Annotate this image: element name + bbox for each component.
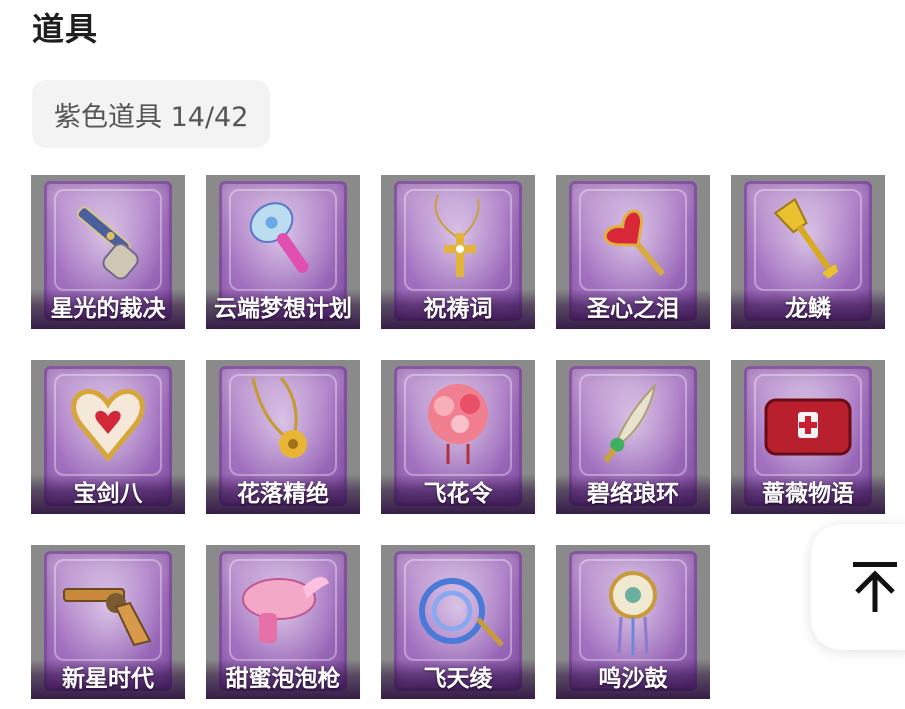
item-name: 星光的裁决 (50, 296, 166, 322)
item-name: 飞天绫 (423, 666, 493, 692)
item-card[interactable]: 蔷薇物语 (731, 360, 885, 514)
flower-pendant-icon (251, 377, 307, 458)
bubble-gun-icon (242, 576, 329, 643)
item-grid: 星光的裁决 云端梦想计划 祝祷词 圣心之泪 龙鳞 宝剑八 花落精绝 飞花令 碧络… (31, 175, 885, 699)
arrow-up-to-top-icon (853, 562, 897, 612)
flintlock-pistol-icon (76, 206, 139, 280)
ribbon-whip-icon (419, 578, 504, 647)
revolver-icon (63, 588, 152, 647)
item-card[interactable]: 祝祷词 (381, 175, 535, 329)
item-name: 新星时代 (62, 666, 154, 692)
jade-blade-icon (603, 382, 657, 463)
dreamcatcher-drum-icon (609, 571, 657, 655)
item-name: 蔷薇物语 (762, 481, 854, 507)
ice-cream-scepter-icon (249, 202, 309, 273)
item-name: 云端梦想计划 (214, 296, 352, 322)
item-card[interactable]: 鸣沙鼓 (556, 545, 710, 699)
back-to-top-button[interactable] (811, 524, 905, 650)
item-card[interactable]: 飞天绫 (381, 545, 535, 699)
item-card[interactable]: 星光的裁决 (31, 175, 185, 329)
medical-kit-icon (764, 398, 852, 456)
item-card[interactable]: 宝剑八 (31, 360, 185, 514)
item-name: 碧络琅环 (587, 481, 679, 507)
item-card[interactable]: 圣心之泪 (556, 175, 710, 329)
item-name: 甜蜜泡泡枪 (225, 666, 341, 692)
item-name: 鸣沙鼓 (598, 666, 668, 692)
item-card[interactable]: 花落精绝 (206, 360, 360, 514)
ruby-heart-scepter-icon (603, 209, 665, 277)
item-card[interactable]: 碧络琅环 (556, 360, 710, 514)
category-filter-chip[interactable]: 紫色道具 14/42 (32, 80, 271, 148)
item-card[interactable]: 云端梦想计划 (206, 175, 360, 329)
golden-shovel-icon (773, 197, 839, 279)
item-name: 花落精绝 (237, 481, 329, 507)
item-card[interactable]: 飞花令 (381, 360, 535, 514)
golden-cross-necklace-icon (434, 194, 480, 277)
item-card[interactable]: 龙鳞 (731, 175, 885, 329)
item-card[interactable]: 新星时代 (31, 545, 185, 699)
item-name: 龙鳞 (785, 296, 831, 322)
page-title: 道具 (32, 10, 99, 48)
item-name: 飞花令 (423, 481, 493, 507)
item-name: 圣心之泪 (587, 296, 679, 322)
item-card[interactable]: 甜蜜泡泡枪 (206, 545, 360, 699)
item-name: 宝剑八 (73, 481, 143, 507)
flower-bouquet-icon (428, 384, 488, 464)
item-name: 祝祷词 (423, 296, 493, 322)
heart-emblem-icon (71, 388, 145, 462)
